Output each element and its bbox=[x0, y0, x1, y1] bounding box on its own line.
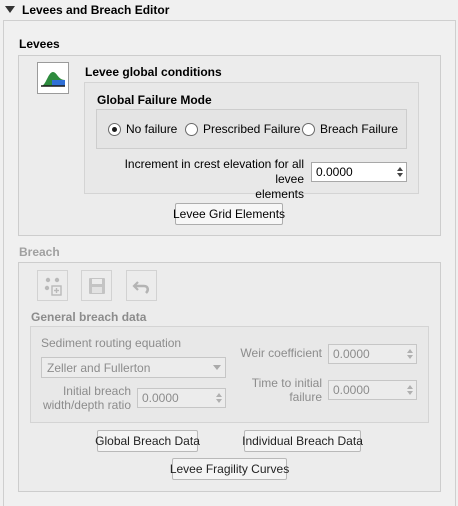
levees-section-title: Levees bbox=[19, 37, 60, 51]
panel-header[interactable]: Levees and Breach Editor bbox=[0, 0, 458, 19]
failure-mode-title: Global Failure Mode bbox=[97, 93, 212, 107]
radio-prescribed-failure[interactable]: Prescribed Failure bbox=[185, 122, 300, 136]
panel-title: Levees and Breach Editor bbox=[22, 2, 170, 17]
increment-label-line1: Increment in crest elevation for all lev… bbox=[124, 157, 304, 186]
collapse-arrow-icon[interactable] bbox=[4, 4, 16, 16]
increment-label-line2: elements bbox=[255, 187, 304, 201]
individual-breach-data-button[interactable]: Individual Breach Data bbox=[242, 430, 363, 452]
undo-button[interactable] bbox=[126, 270, 157, 301]
radio-breach-failure-indicator[interactable] bbox=[302, 122, 315, 136]
chevron-down-icon[interactable] bbox=[209, 365, 225, 370]
time-to-failure-label-line2: failure bbox=[289, 390, 322, 404]
general-breach-title: General breach data bbox=[31, 310, 147, 324]
save-icon bbox=[88, 277, 105, 294]
increment-value: 0.0000 bbox=[316, 165, 353, 179]
radio-prescribed-failure-indicator[interactable] bbox=[185, 122, 198, 136]
initial-breach-spinbox[interactable]: 0.0000 bbox=[137, 388, 226, 408]
radio-no-failure[interactable]: No failure bbox=[108, 122, 177, 136]
add-points-button[interactable] bbox=[37, 270, 68, 301]
radio-no-failure-indicator[interactable] bbox=[108, 122, 121, 136]
levee-profile-icon[interactable] bbox=[37, 62, 69, 94]
radio-prescribed-failure-label: Prescribed Failure bbox=[203, 122, 301, 136]
time-to-failure-label: Time to initial failure bbox=[230, 376, 322, 404]
breach-section-title: Breach bbox=[19, 245, 60, 259]
initial-breach-label-line2: width/depth ratio bbox=[42, 398, 131, 412]
levee-global-conditions-label: Levee global conditions bbox=[85, 65, 222, 79]
levee-fragility-curves-button[interactable]: Levee Fragility Curves bbox=[170, 458, 289, 480]
weir-coefficient-spinbox[interactable]: 0.0000 bbox=[328, 344, 417, 364]
weir-coefficient-label: Weir coefficient bbox=[240, 346, 322, 360]
initial-breach-label: Initial breach width/depth ratio bbox=[34, 384, 131, 412]
save-button[interactable] bbox=[81, 270, 112, 301]
increment-spin-arrows[interactable] bbox=[393, 163, 406, 181]
increment-label: Increment in crest elevation for all lev… bbox=[100, 157, 304, 202]
time-to-failure-value: 0.0000 bbox=[333, 383, 370, 397]
initial-breach-spin-arrows[interactable] bbox=[212, 389, 225, 407]
add-points-icon bbox=[44, 277, 62, 296]
weir-coefficient-value: 0.0000 bbox=[333, 347, 370, 361]
increment-spinbox[interactable]: 0.0000 bbox=[311, 162, 407, 182]
initial-breach-label-line1: Initial breach bbox=[62, 384, 131, 398]
weir-spin-arrows[interactable] bbox=[403, 345, 416, 363]
levee-grid-elements-button[interactable]: Levee Grid Elements bbox=[173, 203, 285, 225]
time-spin-arrows[interactable] bbox=[403, 381, 416, 399]
undo-icon bbox=[131, 280, 149, 294]
sediment-routing-select[interactable]: Zeller and Fullerton bbox=[41, 357, 226, 378]
time-to-failure-spinbox[interactable]: 0.0000 bbox=[328, 380, 417, 400]
radio-no-failure-label: No failure bbox=[126, 122, 178, 136]
time-to-failure-label-line1: Time to initial bbox=[251, 376, 322, 390]
initial-breach-value: 0.0000 bbox=[142, 391, 179, 405]
radio-breach-failure-label: Breach Failure bbox=[320, 122, 399, 136]
global-breach-data-button[interactable]: Global Breach Data bbox=[95, 430, 200, 452]
sediment-routing-label: Sediment routing equation bbox=[41, 336, 182, 350]
sediment-routing-value: Zeller and Fullerton bbox=[47, 360, 151, 375]
radio-breach-failure[interactable]: Breach Failure bbox=[302, 122, 398, 136]
